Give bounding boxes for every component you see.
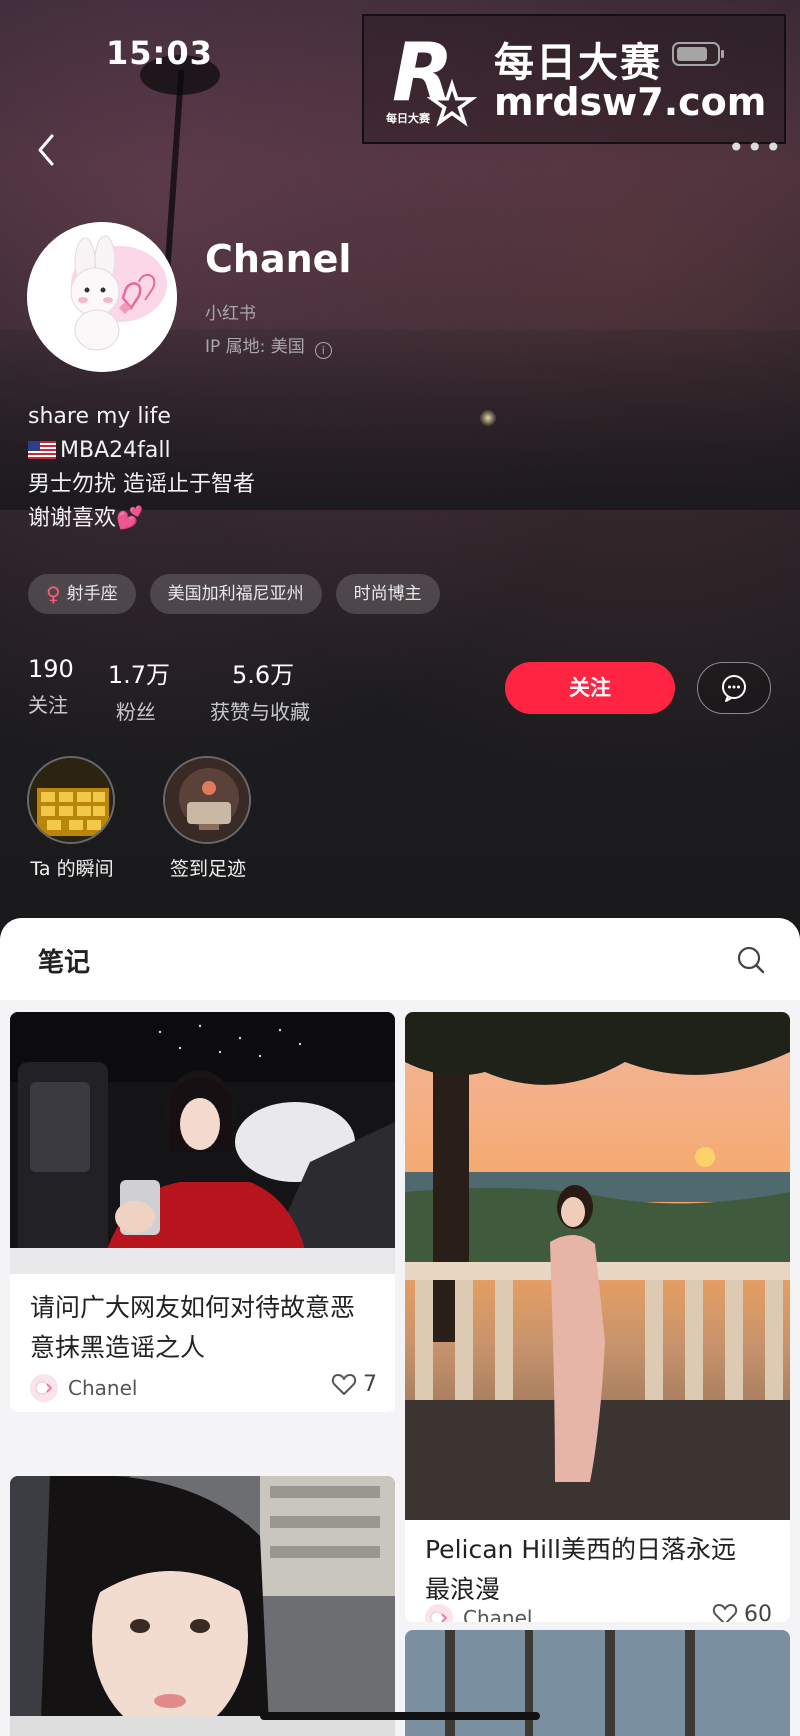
bio-line-1: share my life (28, 404, 171, 429)
note-cover-image (405, 1012, 790, 1520)
search-icon[interactable] (735, 944, 767, 976)
note-title: Pelican Hill美西的日落永远 最浪漫 (425, 1530, 736, 1610)
info-icon[interactable]: i (314, 342, 332, 359)
bio-line-3: 男士勿扰 造谣止于智者 (28, 472, 255, 497)
bio-line-4: 谢谢喜欢💕 (28, 502, 255, 536)
note-likes-count: 60 (744, 1602, 772, 1622)
note-title-line-1: Pelican Hill美西的日落永远 (425, 1535, 736, 1564)
watermark-logo-text: 每日大赛 (386, 112, 430, 125)
note-cover-image (10, 1012, 395, 1274)
note-likes[interactable]: 7 (331, 1372, 377, 1397)
back-chevron-icon[interactable] (32, 130, 62, 170)
note-author[interactable]: Chanel (30, 1374, 137, 1402)
highlight-moments-thumbnail (27, 756, 115, 844)
two-hearts-emoji: 💕 (116, 506, 144, 531)
watermark-url: mrdsw7.com (494, 80, 767, 124)
note-title-line-2: 意抹黑造谣之人 (30, 1333, 206, 1362)
note-card[interactable] (10, 1476, 395, 1736)
note-title-line-1: 请问广大网友如何对待故意恶 (30, 1293, 356, 1322)
note-card[interactable]: Pelican Hill美西的日落永远 最浪漫 Chanel 60 (405, 1012, 790, 1622)
message-button[interactable] (697, 662, 771, 714)
profile-tags: ♀ 射手座 美国加利福尼亚州 时尚博主 (28, 574, 440, 614)
bio-line-2: MBA24fall (28, 434, 255, 468)
note-author-name: Chanel (68, 1376, 138, 1400)
note-cover-image (405, 1630, 790, 1736)
stat-followers[interactable]: 1.7万 粉丝 (108, 655, 170, 725)
bio-line-4-text: 谢谢喜欢 (28, 506, 117, 531)
note-title: 请问广大网友如何对待故意恶 意抹黑造谣之人 (30, 1288, 355, 1368)
profile-name: Chanel (205, 237, 352, 281)
account-label: 小红书 (205, 304, 256, 324)
highlight-checkins[interactable]: 签到足迹 (163, 756, 253, 881)
profile-bio: share my life MBA24fall 男士勿扰 造谣止于智者 谢谢喜欢… (28, 400, 255, 536)
heart-icon (331, 1373, 357, 1395)
highlight-checkins-thumbnail (163, 756, 251, 844)
ip-location: IP 属地: 美国 i (205, 332, 332, 359)
note-card[interactable] (405, 1630, 790, 1736)
chat-bubble-icon (722, 675, 746, 702)
heart-icon (712, 1603, 738, 1622)
note-author-name: Chanel (463, 1606, 533, 1622)
stat-following-value: 190 (28, 655, 74, 683)
status-bar-time: 15:03 (106, 34, 213, 72)
author-avatar (425, 1604, 453, 1622)
highlight-moments-label: Ta 的瞬间 (30, 858, 114, 880)
stat-likes-label: 获赞与收藏 (209, 700, 310, 724)
stat-following[interactable]: 190 关注 (28, 655, 74, 725)
bio-line-2-text: MBA24fall (60, 438, 171, 463)
watermark-logo: R ☆ 每日大赛 (386, 28, 479, 136)
note-cover-image (10, 1476, 395, 1736)
avatar[interactable] (27, 222, 177, 372)
follow-button[interactable]: 关注 (505, 662, 675, 714)
female-gender-icon: ♀ (46, 582, 61, 606)
tag-zodiac[interactable]: ♀ 射手座 (28, 574, 136, 614)
note-author[interactable]: Chanel (425, 1604, 532, 1622)
street-lamp-glow (480, 410, 496, 426)
note-likes-count: 7 (363, 1372, 377, 1397)
stat-likes-value: 5.6万 (231, 661, 295, 689)
stat-followers-value: 1.7万 (107, 661, 170, 689)
highlight-moments[interactable]: Ta 的瞬间 (27, 756, 117, 881)
tag-zodiac-label: 射手座 (66, 584, 118, 604)
tag-location-label: 美国加利福尼亚州 (167, 584, 304, 604)
highlight-checkins-label: 签到足迹 (169, 858, 246, 880)
notes-panel: 笔记 请问广大网友如何对待故意恶 意抹黑造谣之人 Chanel 7 Pelica… (0, 918, 800, 1736)
stat-following-label: 关注 (28, 693, 68, 717)
note-card[interactable]: 请问广大网友如何对待故意恶 意抹黑造谣之人 Chanel 7 (10, 1012, 395, 1412)
more-options-icon[interactable]: ••• (728, 134, 782, 162)
author-avatar (30, 1374, 58, 1402)
stat-followers-label: 粉丝 (115, 700, 156, 724)
home-indicator[interactable] (260, 1712, 540, 1720)
stat-likes-collections[interactable]: 5.6万 获赞与收藏 (210, 655, 310, 725)
checkins-image (165, 758, 249, 842)
author-avatar-image (425, 1604, 453, 1622)
author-avatar-image (30, 1374, 58, 1402)
watermark-overlay: R ☆ 每日大赛 每日大赛 mrdsw7.com (362, 14, 786, 144)
notes-tabbar: 笔记 (0, 918, 800, 1000)
tab-notes[interactable]: 笔记 (38, 942, 90, 979)
profile-stats: 190 关注 1.7万 粉丝 5.6万 获赞与收藏 (28, 655, 344, 725)
tag-location[interactable]: 美国加利福尼亚州 (149, 574, 322, 614)
us-flag-icon (28, 441, 56, 459)
tag-occupation[interactable]: 时尚博主 (335, 574, 440, 614)
moments-image (29, 758, 113, 842)
tag-occupation-label: 时尚博主 (353, 584, 422, 604)
star-icon: ☆ (425, 70, 479, 138)
ip-location-text: IP 属地: 美国 (205, 337, 305, 357)
note-likes[interactable]: 60 (712, 1602, 772, 1622)
bunny-avatar-image (27, 222, 177, 372)
